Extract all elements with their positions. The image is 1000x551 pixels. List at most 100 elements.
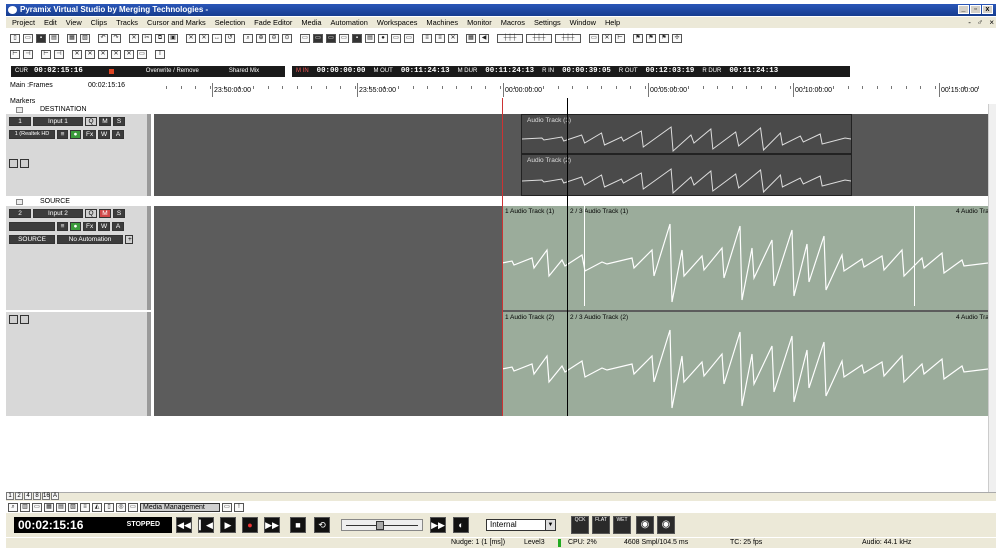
trim-icon[interactable]: ⊢ xyxy=(615,34,625,43)
cut-icon[interactable]: ✕ xyxy=(129,34,139,43)
record-button[interactable]: ● xyxy=(242,517,258,533)
menu-media[interactable]: Media xyxy=(301,17,321,28)
track-fx-button[interactable]: Fx xyxy=(83,222,96,231)
track-q-button[interactable]: Q xyxy=(85,209,97,218)
track-solo-button[interactable]: S xyxy=(113,117,125,126)
edit-icon-4[interactable]: ✕ xyxy=(111,50,121,59)
add-icon[interactable]: + xyxy=(125,235,133,244)
close-button[interactable]: x xyxy=(982,5,993,14)
mix-icon-1[interactable]: ✕ xyxy=(448,34,458,43)
quick-mode-button[interactable]: QCK xyxy=(571,516,589,534)
track-mute-button[interactable]: M xyxy=(99,117,111,126)
import-icon[interactable]: ▧ xyxy=(80,34,90,43)
view-icon-4[interactable]: ▭ xyxy=(339,34,349,43)
maximize-button[interactable]: ▫ xyxy=(970,5,981,14)
minimize-button[interactable]: _ xyxy=(958,5,969,14)
track-q-button[interactable]: Q xyxy=(85,117,97,126)
menu-help[interactable]: Help xyxy=(605,17,620,28)
zoom-all-button[interactable]: A xyxy=(51,492,59,500)
view-icon-8[interactable]: ▭ xyxy=(391,34,401,43)
automation-select[interactable]: No Automation xyxy=(57,235,123,244)
scissors-icon[interactable]: ✂ xyxy=(142,34,152,43)
track-automation-button[interactable]: A xyxy=(112,130,124,139)
menu-settings[interactable]: Settings xyxy=(534,17,561,28)
zoom-fit-icon[interactable]: ⊙ xyxy=(282,34,292,43)
group-source[interactable]: SOURCE xyxy=(6,198,988,206)
menu-fade-editor[interactable]: Fade Editor xyxy=(254,17,292,28)
tempo-icon[interactable]: T xyxy=(155,50,165,59)
grid-icon-3[interactable]: ┼┼┼ xyxy=(555,34,581,43)
wet-mode-button[interactable]: WET xyxy=(613,516,631,534)
edit-icon-2[interactable]: ✕ xyxy=(85,50,95,59)
menu-macros[interactable]: Macros xyxy=(501,17,525,28)
lower-tool-5-icon[interactable]: ▤ xyxy=(56,502,66,512)
list-icon-2[interactable]: ≡ xyxy=(435,34,445,43)
media-management-tab[interactable]: Media Management xyxy=(140,502,220,512)
mout-timecode[interactable]: 00:11:24:13 xyxy=(401,66,450,77)
min-timecode[interactable]: 00:00:00:00 xyxy=(317,66,366,77)
menu-machines[interactable]: Machines xyxy=(426,17,458,28)
loop-button[interactable]: ⟲ xyxy=(314,517,330,533)
rect-icon[interactable]: ▭ xyxy=(589,34,599,43)
chevron-down-icon[interactable]: ▼ xyxy=(545,520,555,530)
snapshot-icon[interactable]: ◉ xyxy=(636,516,654,534)
select-icon-1[interactable]: ⊢ xyxy=(10,50,20,59)
sync-source-select[interactable]: Internal ▼ xyxy=(486,519,556,531)
speaker-icon[interactable]: ◀ xyxy=(479,34,489,43)
zoom-16-button[interactable]: 16 xyxy=(42,492,50,500)
edit-icon-5[interactable]: ✕ xyxy=(124,50,134,59)
copy-icon[interactable]: ⧉ xyxy=(155,34,165,43)
lower-tool-3-icon[interactable]: ▭ xyxy=(32,502,42,512)
cur-timecode[interactable]: 00:02:15:16 xyxy=(34,66,83,77)
track-solo-button[interactable]: S xyxy=(113,209,125,218)
vertical-scrollbar[interactable] xyxy=(988,104,996,492)
edit-icon-3[interactable]: ✕ xyxy=(98,50,108,59)
lower-tool-12-icon[interactable]: ▭ xyxy=(222,502,232,512)
shuttle-knob[interactable] xyxy=(376,521,384,530)
track-write-button[interactable]: W xyxy=(98,130,110,139)
lower-tool-2-icon[interactable]: ▥ xyxy=(20,502,30,512)
markers-lane[interactable]: Markers xyxy=(6,98,994,106)
view-icon-7[interactable]: ● xyxy=(378,34,388,43)
menu-workspaces[interactable]: Workspaces xyxy=(377,17,418,28)
menu-view[interactable]: View xyxy=(66,17,82,28)
list-icon-1[interactable]: ≡ xyxy=(422,34,432,43)
horizontal-scrollbar[interactable] xyxy=(6,492,996,501)
track-record-ready-icon[interactable]: ● xyxy=(70,222,81,231)
zoom-search-icon[interactable]: ⌕ xyxy=(243,34,253,43)
play-button[interactable]: ▶ xyxy=(220,517,236,533)
view-icon-5[interactable]: ▪ xyxy=(352,34,362,43)
info-icon[interactable]: ! xyxy=(234,502,244,512)
dest-clip-1[interactable]: Audio Track (1) xyxy=(521,114,852,154)
new-file-icon[interactable]: ▯ xyxy=(10,34,20,43)
grid-icon-1[interactable]: ┼┼┼ xyxy=(497,34,523,43)
source-clip-2[interactable]: 1 Audio Track (2) 2 / 3 Audio Track (2) … xyxy=(502,312,989,416)
dest-clip-2[interactable]: Audio Track (2) xyxy=(521,154,852,196)
lower-tool-9-icon[interactable]: ▯ xyxy=(104,502,114,512)
group-destination[interactable]: DESTINATION xyxy=(6,106,988,114)
transport-timecode[interactable]: 00:02:15:16 STOPPED xyxy=(14,517,172,533)
clip-boundary[interactable] xyxy=(914,206,915,306)
lower-tool-10-icon[interactable]: ◎ xyxy=(116,502,126,512)
fast-forward-button[interactable]: ▶▶ xyxy=(264,517,280,533)
snapshot-recall-icon[interactable]: ◉ xyxy=(657,516,675,534)
flag-icon-1[interactable]: ⚑ xyxy=(633,34,643,43)
pin-icon[interactable]: ✢ xyxy=(672,34,682,43)
loop-icon[interactable]: ↺ xyxy=(225,34,235,43)
delete-icon[interactable]: ✕ xyxy=(602,34,612,43)
rout-timecode[interactable]: 00:12:03:19 xyxy=(646,66,695,77)
track-number[interactable]: 1 xyxy=(9,117,31,126)
menu-monitor[interactable]: Monitor xyxy=(467,17,492,28)
jump-to-end-button[interactable]: ▶▶ xyxy=(430,517,446,533)
select-icon-2[interactable]: ⊣ xyxy=(23,50,33,59)
track-mute-button[interactable]: M xyxy=(99,209,111,218)
clip-boundary[interactable] xyxy=(584,206,585,306)
menu-tracks[interactable]: Tracks xyxy=(116,17,138,28)
menu-cursor-marks[interactable]: Cursor and Marks xyxy=(147,17,206,28)
track-group-label[interactable]: SOURCE xyxy=(9,235,55,244)
lower-tool-4-icon[interactable]: ▦ xyxy=(44,502,54,512)
track-number[interactable]: 2 xyxy=(9,209,31,218)
move-icon[interactable]: ↔ xyxy=(212,34,222,43)
track-device[interactable]: 1 (Realtek HD xyxy=(9,130,55,139)
menu-project[interactable]: Project xyxy=(12,17,35,28)
